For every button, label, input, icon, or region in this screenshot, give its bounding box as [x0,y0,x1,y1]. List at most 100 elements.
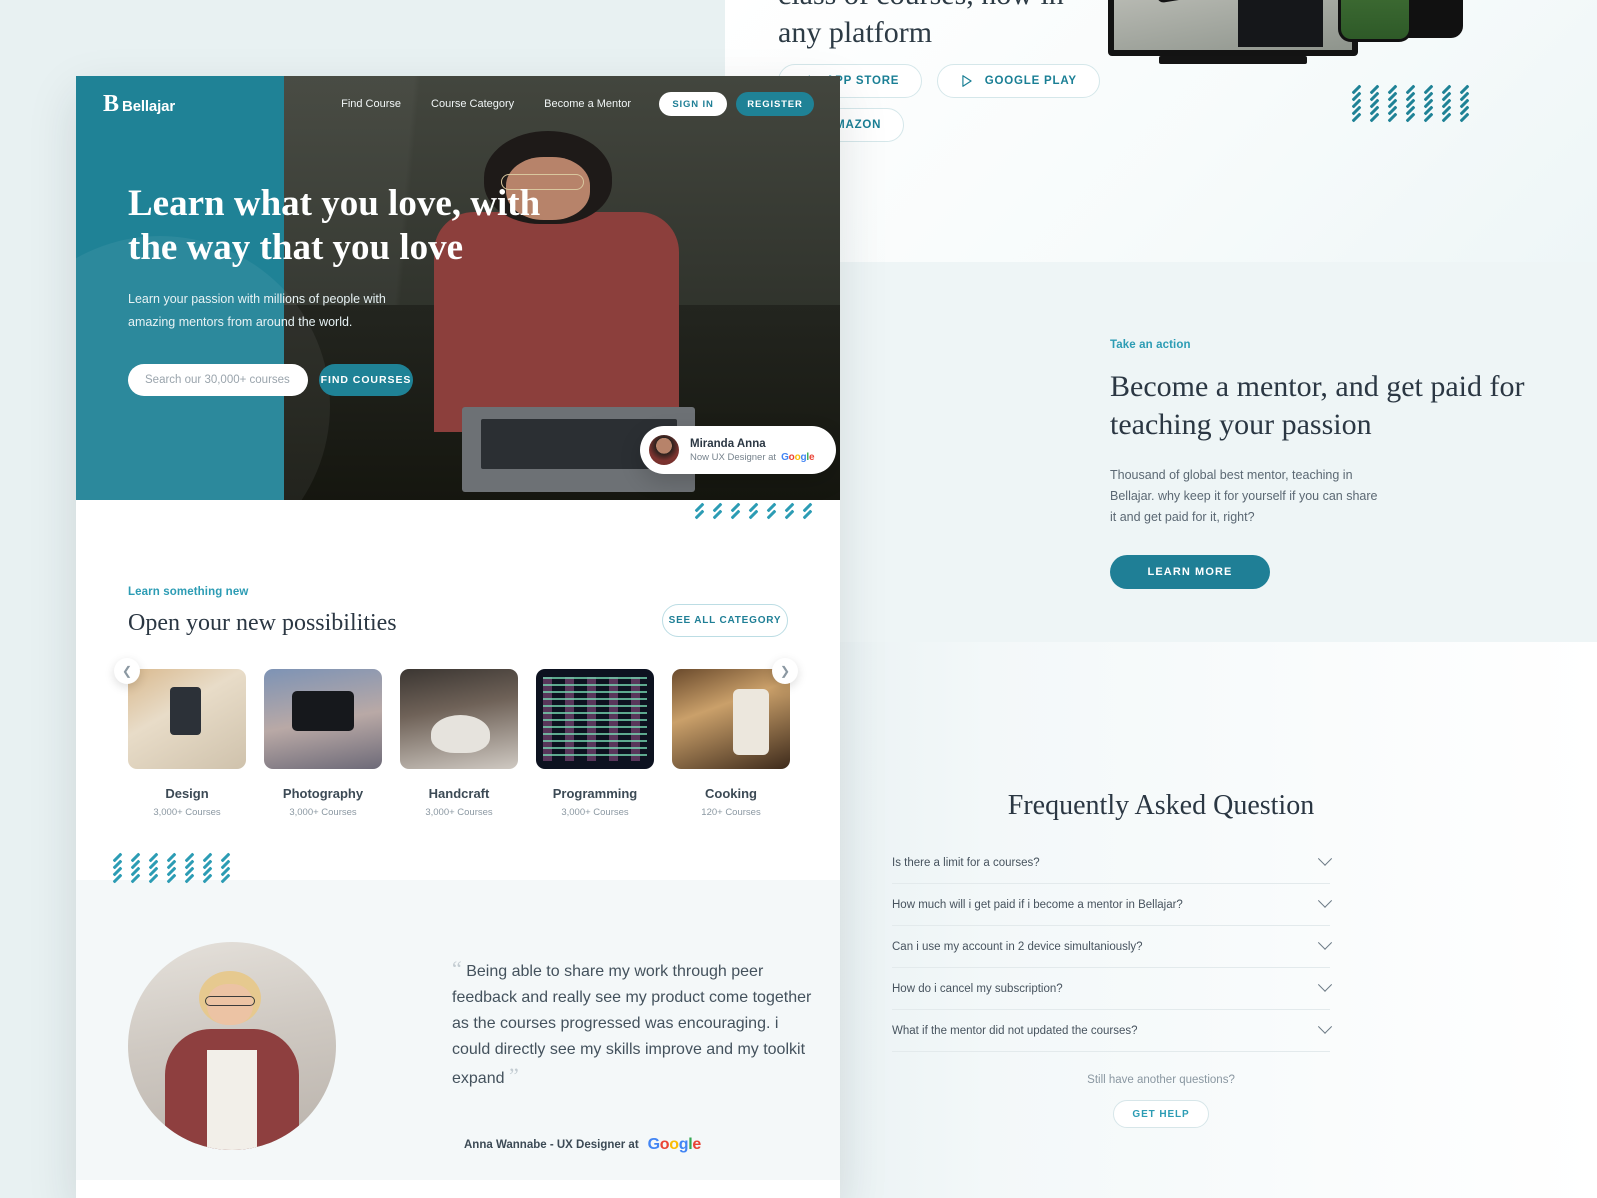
category-count: 3,000+ Courses [425,807,493,818]
sign-in-button[interactable]: SIGN IN [659,92,727,116]
faq-item[interactable]: How do i cancel my subscription? [892,968,1333,1010]
categories-heading-group: Learn something new Open your new possib… [128,586,397,637]
phone-screen-image [1341,0,1409,39]
mentor-eyebrow: Take an action [1110,339,1191,351]
faq-item[interactable]: What if the mentor did not updated the c… [892,1010,1333,1052]
category-card[interactable]: Design 3,000+ Courses [128,669,246,818]
category-thumbnail [400,669,518,769]
carousel-next-button[interactable]: ❯ [772,658,798,684]
hero-section: B Bellajar Find Course Course Category B… [76,76,840,500]
categories-header: Learn something new Open your new possib… [128,586,788,637]
mentor-section: Take an action Become a mentor, and get … [725,262,1597,642]
play-icon [960,74,974,88]
category-thumbnail [672,669,790,769]
nav-item-find-course[interactable]: Find Course [341,98,401,110]
learn-more-button[interactable]: LEARN MORE [1110,555,1270,590]
register-button[interactable]: REGISTER [736,92,814,116]
nav-item-become-a-mentor[interactable]: Become a Mentor [544,98,631,110]
categories-title: Open your new possibilities [128,610,397,636]
categories-eyebrow: Learn something new [128,586,249,598]
testimonial-author-line: Anna Wannabe - UX Designer at Google [464,1136,701,1154]
testimonial-quote-block: “ Being able to share my work through pe… [452,956,812,1092]
category-count: 3,000+ Courses [561,807,629,818]
close-quote-icon: ” [508,1062,519,1088]
google-play-label: GOOGLE PLAY [984,75,1077,87]
category-card[interactable]: Programming 3,000+ Courses [536,669,654,818]
nav-links: Find Course Course Category Become a Men… [341,98,631,110]
testimonial-person-shirt [207,1050,257,1150]
hero-search-form: FIND COURSES [128,363,548,396]
brand-logo[interactable]: B Bellajar [103,92,175,116]
dash-decoration-top-right [1351,84,1473,123]
chip-name: Miranda Anna [690,437,766,450]
mentor-headline: Become a mentor, and get paid for teachi… [1110,370,1525,441]
faq-question: How do i cancel my subscription? [892,982,1063,995]
category-name: Cooking [705,786,757,801]
hero-subtext: Learn your passion with millions of peop… [128,292,386,329]
chevron-down-icon[interactable] [1317,893,1333,908]
faq-question: What if the mentor did not updated the c… [892,1024,1138,1037]
search-input[interactable] [128,363,308,396]
mentor-copy: Take an action Become a mentor, and get … [1110,339,1530,590]
see-all-category-button[interactable]: SEE ALL CATEGORY [662,604,788,637]
category-card[interactable]: Cooking 120+ Courses [672,669,790,818]
category-card[interactable]: Handcraft 3,000+ Courses [400,669,518,818]
brand-name: Bellajar [122,98,176,115]
faq-item[interactable]: How much will i get paid if i become a m… [892,884,1333,926]
faq-footer-text: Still have another questions? [1087,1074,1235,1086]
get-help-button[interactable]: GET HELP [1113,1100,1209,1128]
tv-stand [1159,56,1307,64]
dash-decoration-hero [694,502,816,520]
chevron-down-icon[interactable] [1317,851,1333,866]
find-courses-button[interactable]: FIND COURSES [319,363,413,396]
mentor-body: Thousand of global best mentor, teaching… [1110,468,1378,524]
nav-buttons: SIGN IN REGISTER [659,92,814,116]
faq-section: Frequently Asked Question Is there a lim… [725,642,1597,1198]
google-play-button[interactable]: GOOGLE PLAY [936,64,1100,98]
platform-section: class of courses, now in any platform AP… [725,0,1597,262]
videographer-figure [1237,0,1324,48]
testimonial-avatar [128,942,336,1150]
category-count: 3,000+ Courses [153,807,221,818]
chevron-down-icon[interactable] [1317,935,1333,950]
category-carousel: Design 3,000+ Courses Photography 3,000+ Co… [128,669,790,818]
brand-mark-icon: B [103,91,120,117]
dash-decoration-testimonial [112,852,234,884]
faq-item[interactable]: Can i use my account in 2 device simulta… [892,926,1333,968]
faq-footer: Still have another questions? GET HELP [725,1074,1597,1128]
chip-text: Miranda Anna Now UX Designer at Google [690,437,815,463]
hero-headline: Learn what you love, with the way that y… [128,183,541,268]
categories-section: Learn something new Open your new possib… [76,500,840,818]
category-name: Design [165,786,209,801]
carousel-prev-button[interactable]: ❮ [114,658,140,684]
platform-headline: class of courses, now in any platform [778,0,1064,50]
category-count: 120+ Courses [701,807,761,818]
testimonial-quote: Being able to share my work through peer… [452,963,812,1087]
chip-role: Now UX Designer at [690,451,777,463]
category-count: 3,000+ Courses [289,807,357,818]
faq-item[interactable]: Is there a limit for a courses? [892,842,1333,884]
chevron-down-icon[interactable] [1317,977,1333,992]
faq-title: Frequently Asked Question [1007,790,1315,821]
avatar [649,435,679,465]
foreground-page: B Bellajar Find Course Course Category B… [76,76,840,1198]
faq-question: Is there a limit for a courses? [892,856,1040,869]
testimonial-author: Anna Wannabe - UX Designer at [464,1139,639,1151]
faq-question: Can i use my account in 2 device simulta… [892,940,1143,953]
category-name: Handcraft [428,786,490,801]
background-page: class of courses, now in any platform AP… [725,0,1597,1198]
google-logo: Google [781,451,815,463]
category-name: Programming [552,786,638,801]
phone-mockup [1338,0,1412,42]
category-thumbnail [264,669,382,769]
category-card[interactable]: Photography 3,000+ Courses [264,669,382,818]
tv-screen-image [1114,0,1352,50]
mentor-chip-card[interactable]: Miranda Anna Now UX Designer at Google [640,426,837,474]
nav-item-course-category[interactable]: Course Category [431,98,514,110]
category-name: Photography [282,786,364,801]
chip-subtitle: Now UX Designer at Google [690,451,815,463]
tv-mockup [1108,0,1358,56]
chevron-down-icon[interactable] [1317,1019,1333,1034]
testimonial-attribution: Anna Wannabe - UX Designer at Google [464,1136,701,1154]
google-logo: Google [647,1136,702,1153]
